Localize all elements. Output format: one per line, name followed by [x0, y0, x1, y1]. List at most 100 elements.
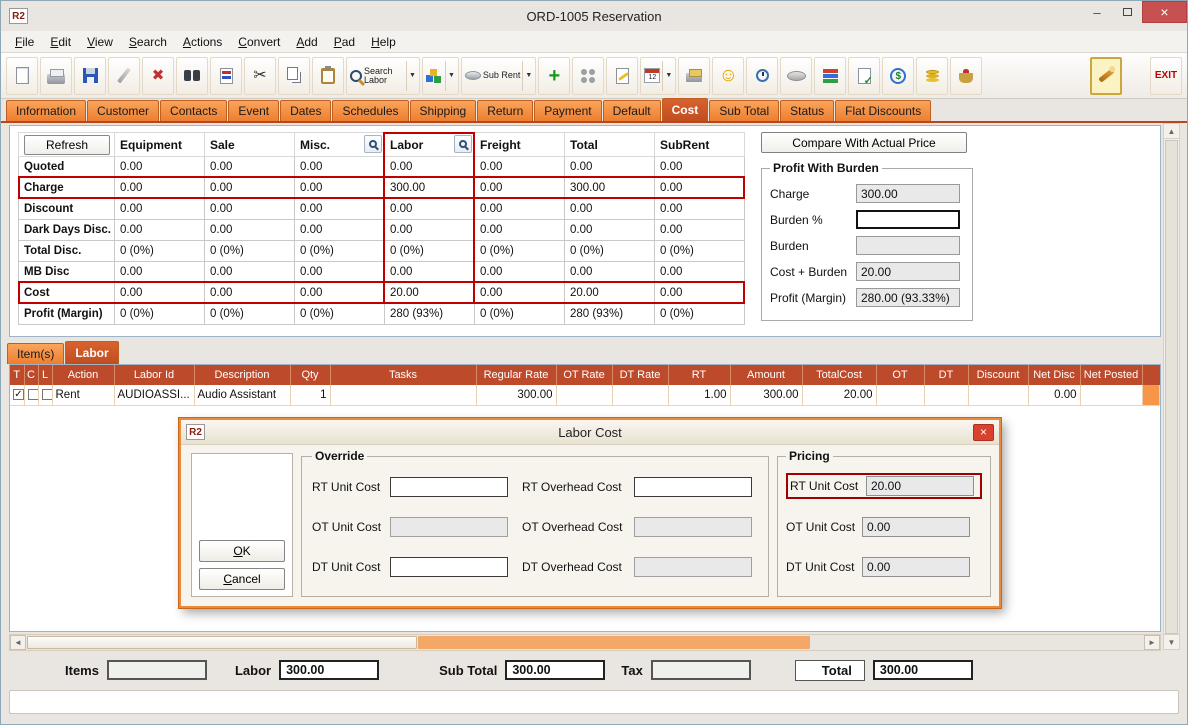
print-card-button[interactable] — [678, 57, 710, 95]
items-col-qty[interactable]: Qty — [290, 365, 330, 385]
paste-button[interactable] — [312, 57, 344, 95]
contacts-book-button[interactable] — [814, 57, 846, 95]
summary-items-field[interactable] — [107, 660, 207, 680]
purchase-money-button[interactable] — [950, 57, 982, 95]
tab-sub-total[interactable]: Sub Total — [709, 100, 779, 121]
minimize-button[interactable]: – — [1082, 1, 1112, 23]
items-col-net-disc[interactable]: Net Disc — [1028, 365, 1080, 385]
menu-item-convert[interactable]: Convert — [230, 33, 288, 51]
tab-shipping[interactable]: Shipping — [410, 100, 477, 121]
items-col-net-posted[interactable]: Net Posted — [1080, 365, 1142, 385]
menu-item-view[interactable]: View — [79, 33, 121, 51]
tab-cost[interactable]: Cost — [662, 98, 709, 121]
color-shapes-dropdown-arrow[interactable]: ▼ — [445, 61, 455, 91]
burden-field-cost-burden[interactable]: 20.00 — [856, 262, 960, 281]
items-col-description[interactable]: Description — [194, 365, 290, 385]
search-labor-button[interactable]: Search Labor▼ — [346, 57, 420, 95]
copy-button[interactable] — [278, 57, 310, 95]
smiley-button[interactable]: ☺ — [712, 57, 744, 95]
items-col-labor-id[interactable]: Labor Id — [114, 365, 194, 385]
menu-item-add[interactable]: Add — [288, 33, 325, 51]
summary-sub-total-field[interactable]: 300.00 — [505, 660, 605, 680]
tab-return[interactable]: Return — [477, 100, 533, 121]
items-col-t[interactable]: T — [10, 365, 24, 385]
currency-sync-button[interactable] — [882, 57, 914, 95]
scroll-right-arrow-icon[interactable]: ► — [1144, 635, 1160, 650]
edit-check-button[interactable] — [848, 57, 880, 95]
transfer-document-button[interactable] — [210, 57, 242, 95]
items-col-tasks[interactable]: Tasks — [330, 365, 476, 385]
tab-flat-discounts[interactable]: Flat Discounts — [835, 100, 931, 121]
money-coins-button[interactable] — [916, 57, 948, 95]
scroll-up-arrow-icon[interactable]: ▲ — [1164, 124, 1179, 139]
scroll-left-arrow-icon[interactable]: ◄ — [10, 635, 26, 650]
items-col-action[interactable]: Action — [52, 365, 114, 385]
items-col-ot[interactable]: OT — [876, 365, 924, 385]
tab-default[interactable]: Default — [603, 100, 661, 121]
horizontal-scrollbar[interactable]: ◄ ► — [9, 634, 1161, 651]
delete-button[interactable]: ✖ — [142, 57, 174, 95]
search-labor-button[interactable] — [454, 135, 472, 153]
ok-button[interactable]: OK — [199, 540, 285, 562]
items-col-discount[interactable]: Discount — [968, 365, 1028, 385]
tab-schedules[interactable]: Schedules — [332, 100, 408, 121]
dialog-close-button[interactable]: × — [973, 424, 994, 441]
magic-wand-button[interactable] — [1090, 57, 1122, 95]
compare-actual-price-button[interactable]: Compare With Actual Price — [761, 132, 967, 153]
item-tab-item-s[interactable]: Item(s) — [7, 343, 64, 364]
calendar-button[interactable]: ▼ — [640, 57, 676, 95]
item-tab-labor[interactable]: Labor — [65, 341, 118, 364]
items-col-ot-rate[interactable]: OT Rate — [556, 365, 612, 385]
cancel-button[interactable]: Cancel — [199, 568, 285, 590]
sub-rent-button[interactable]: Sub Rent▼ — [461, 57, 536, 95]
tab-information[interactable]: Information — [6, 100, 86, 121]
summary-labor-field[interactable]: 300.00 — [279, 660, 379, 680]
exit-button[interactable]: EXIT — [1150, 57, 1182, 95]
maximize-button[interactable] — [1112, 1, 1142, 23]
burden-field-burden[interactable] — [856, 236, 960, 255]
menu-item-actions[interactable]: Actions — [175, 33, 230, 51]
search-misc-button[interactable] — [364, 135, 382, 153]
horizontal-scroll-thumb[interactable] — [27, 636, 417, 649]
vertical-scrollbar[interactable]: ▲ ▼ — [1163, 123, 1180, 650]
add-button[interactable]: + — [538, 57, 570, 95]
menu-item-edit[interactable]: Edit — [42, 33, 79, 51]
group-circles-button[interactable] — [572, 57, 604, 95]
t-checkbox[interactable] — [13, 389, 24, 400]
find-binoculars-button[interactable] — [176, 57, 208, 95]
vertical-scroll-thumb[interactable] — [1165, 140, 1178, 634]
history-clock-button[interactable] — [746, 57, 778, 95]
items-col-regular-rate[interactable]: Regular Rate — [476, 365, 556, 385]
tab-status[interactable]: Status — [780, 100, 834, 121]
items-col-totalcost[interactable]: TotalCost — [802, 365, 876, 385]
menu-item-pad[interactable]: Pad — [326, 33, 363, 51]
tab-event[interactable]: Event — [228, 100, 279, 121]
save-button[interactable] — [74, 57, 106, 95]
calendar-dropdown-arrow[interactable]: ▼ — [662, 61, 672, 91]
items-col-rt[interactable]: RT — [668, 365, 730, 385]
rt-unit-cost-input[interactable] — [390, 477, 508, 497]
tab-payment[interactable]: Payment — [534, 100, 601, 121]
c-checkbox[interactable] — [28, 389, 39, 400]
summary-tax-field[interactable] — [651, 660, 751, 680]
tab-contacts[interactable]: Contacts — [160, 100, 227, 121]
menu-item-file[interactable]: File — [7, 33, 42, 51]
burden-field-burden[interactable] — [856, 210, 960, 229]
print-button[interactable] — [40, 57, 72, 95]
burden-field-charge[interactable]: 300.00 — [856, 184, 960, 203]
tab-dates[interactable]: Dates — [280, 100, 331, 121]
edit-pencil-button[interactable] — [108, 57, 140, 95]
search-labor-dropdown-arrow[interactable]: ▼ — [406, 61, 416, 91]
tab-customer[interactable]: Customer — [87, 100, 159, 121]
color-shapes-button[interactable]: ▼ — [422, 57, 459, 95]
items-col-amount[interactable]: Amount — [730, 365, 802, 385]
rt-overhead-cost-input[interactable] — [634, 477, 752, 497]
summary-total-field[interactable]: 300.00 — [873, 660, 973, 680]
sub-rent-dropdown-arrow[interactable]: ▼ — [522, 61, 532, 91]
new-document-button[interactable] — [6, 57, 38, 95]
items-col-l[interactable]: L — [38, 365, 52, 385]
dt-unit-cost-input[interactable] — [390, 557, 508, 577]
cut-button[interactable]: ✂ — [244, 57, 276, 95]
refresh-button[interactable]: Refresh — [24, 135, 110, 155]
items-col-dt-rate[interactable]: DT Rate — [612, 365, 668, 385]
